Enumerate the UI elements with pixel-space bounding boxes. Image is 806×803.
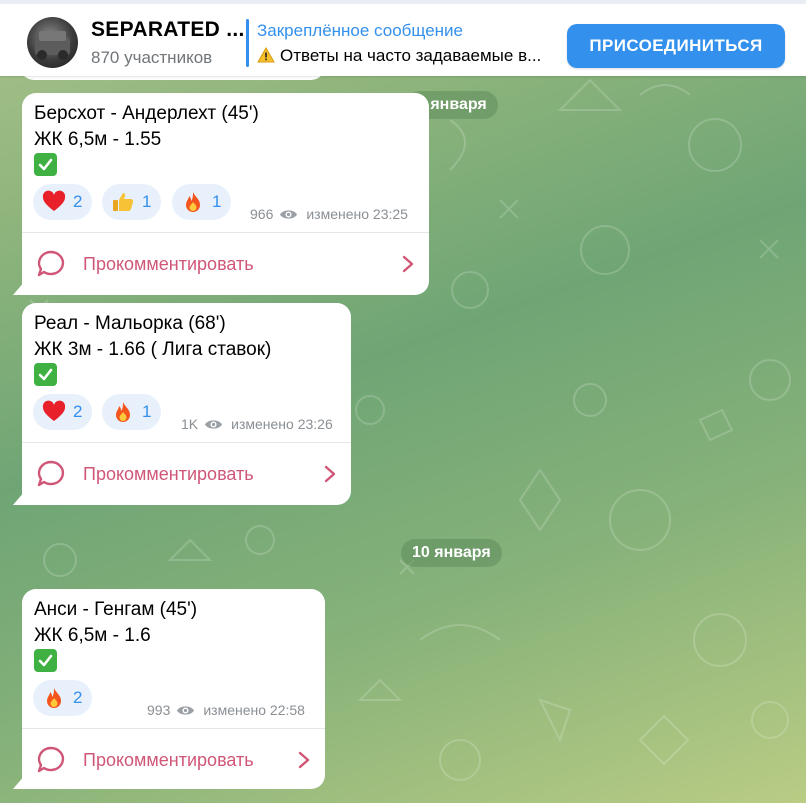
fire-icon xyxy=(110,399,136,425)
reaction-fire[interactable]: 2 xyxy=(33,680,93,716)
thumbs-up-icon xyxy=(110,189,136,215)
chevron-right-icon xyxy=(324,465,336,483)
view-count: 993 xyxy=(147,702,171,718)
fire-icon xyxy=(41,685,67,711)
eye-icon xyxy=(280,209,298,219)
check-mark-icon xyxy=(34,153,57,176)
message-text-line: ЖК 3м - 1.66 ( Лига ставок) xyxy=(34,339,272,360)
comment-button[interactable]: Прокомментировать xyxy=(22,729,325,791)
date-separator: 10 января xyxy=(401,539,502,567)
check-mark-icon xyxy=(34,649,57,672)
reaction-count: 1 xyxy=(142,402,152,421)
reaction-count: 2 xyxy=(73,192,83,211)
reaction-count: 1 xyxy=(142,192,152,211)
comment-label: Прокомментировать xyxy=(83,749,254,770)
message-meta: 993 изменено 22:58 xyxy=(147,702,305,718)
pinned-message-preview[interactable]: Ответы на часто задаваемые в... xyxy=(257,46,541,66)
eye-icon xyxy=(177,705,195,715)
reaction-count: 2 xyxy=(73,688,83,707)
check-mark-icon xyxy=(34,363,57,386)
reaction-count: 2 xyxy=(73,402,83,421)
comment-label: Прокомментировать xyxy=(83,253,254,274)
channel-title[interactable]: SEPARATED ... xyxy=(91,18,245,42)
message-text-line: Берсхот - Андерлехт (45') xyxy=(34,103,259,124)
heart-icon xyxy=(41,399,67,425)
comment-label: Прокомментировать xyxy=(83,463,254,484)
heart-icon xyxy=(41,189,67,215)
reaction-fire[interactable]: 1 xyxy=(102,394,162,430)
reaction-fire[interactable]: 1 xyxy=(172,184,232,220)
reaction-thumbs-up[interactable]: 1 xyxy=(102,184,162,220)
pinned-message-title[interactable]: Закреплённое сообщение xyxy=(257,21,463,41)
message-text-line: Реал - Мальорка (68') xyxy=(34,313,226,334)
eye-icon xyxy=(205,419,223,429)
fire-icon xyxy=(180,189,206,215)
chevron-right-icon xyxy=(402,255,414,273)
comment-bubble-icon xyxy=(37,746,65,773)
view-count: 1K xyxy=(181,416,199,432)
comment-bubble-icon xyxy=(37,250,65,277)
message-bubble: Реал - Мальорка (68') ЖК 3м - 1.66 ( Лиг… xyxy=(22,303,351,505)
message-meta: 1K изменено 23:26 xyxy=(181,416,333,432)
edited-timestamp: изменено 22:58 xyxy=(203,702,305,718)
message-text-line: ЖК 6,5м - 1.55 xyxy=(34,129,162,150)
view-count: 966 xyxy=(250,206,274,222)
channel-header: SEPARATED ... 870 участников Закреплённо… xyxy=(0,0,806,76)
comment-bubble-icon xyxy=(37,460,65,487)
edited-timestamp: изменено 23:25 xyxy=(306,206,408,222)
pinned-indicator-bar xyxy=(246,19,249,67)
channel-avatar[interactable] xyxy=(27,17,78,68)
message-text-line: Анси - Генгам (45') xyxy=(34,599,198,620)
comment-button[interactable]: Прокомментировать xyxy=(22,443,351,505)
comment-button[interactable]: Прокомментировать xyxy=(22,233,429,295)
warning-icon xyxy=(257,46,275,66)
message-bubble: Анси - Генгам (45') ЖК 6,5м - 1.6 2 993 … xyxy=(22,589,325,789)
chevron-right-icon xyxy=(298,751,310,769)
edited-timestamp: изменено 23:26 xyxy=(231,416,333,432)
pinned-preview-text: Ответы на часто задаваемые в... xyxy=(280,46,542,65)
message-meta: 966 изменено 23:25 xyxy=(250,206,408,222)
reaction-heart[interactable]: 2 xyxy=(33,184,93,220)
reaction-heart[interactable]: 2 xyxy=(33,394,93,430)
message-text-line: ЖК 6,5м - 1.6 xyxy=(34,625,151,646)
join-button[interactable]: ПРИСОЕДИНИТЬСЯ xyxy=(567,24,785,68)
member-count: 870 участников xyxy=(91,48,213,67)
message-bubble: Берсхот - Андерлехт (45') ЖК 6,5м - 1.55… xyxy=(22,93,429,295)
reaction-count: 1 xyxy=(212,192,222,211)
